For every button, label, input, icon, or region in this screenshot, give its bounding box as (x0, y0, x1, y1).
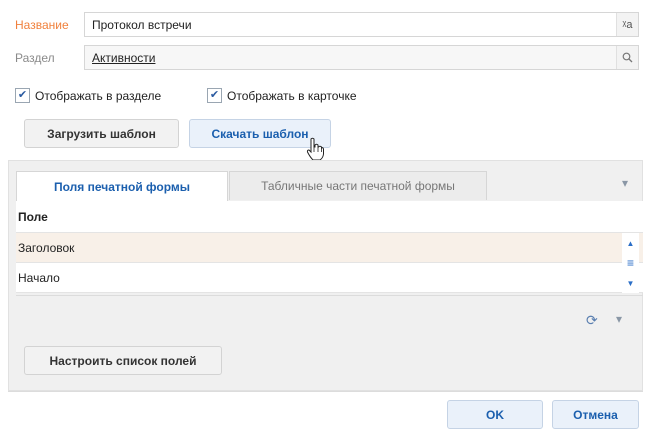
grid-cell: Заголовок (18, 240, 75, 255)
tab-bar: Поля печатной формы Табличные части печа… (8, 171, 643, 201)
section-field[interactable]: Активности (84, 45, 639, 70)
divider (16, 295, 643, 296)
grid-scrollbar[interactable]: ▲ ≡ ▼ (622, 233, 639, 293)
hand-cursor-icon (306, 137, 324, 161)
upload-template-button[interactable]: Загрузить шаблон (24, 119, 179, 148)
show-in-card-label: Отображать в карточке (227, 88, 357, 103)
scroll-handle-icon[interactable]: ≡ (622, 253, 639, 273)
scroll-down-icon[interactable]: ▼ (622, 273, 639, 293)
refresh-icon[interactable]: ⟳ (586, 312, 598, 329)
scroll-up-icon[interactable]: ▲ (622, 233, 639, 253)
configure-fields-button[interactable]: Настроить список полей (24, 346, 222, 375)
name-label: Название (15, 18, 69, 32)
show-in-section-checkbox[interactable]: ✔ Отображать в разделе (15, 88, 161, 103)
tabs-menu-icon[interactable]: ▾ (622, 176, 628, 190)
search-icon[interactable] (616, 46, 638, 69)
name-field-value: Протокол встречи (92, 18, 192, 32)
tab-print-form-fields[interactable]: Поля печатной формы (16, 171, 228, 201)
translate-icon[interactable]: ᵡa (616, 13, 638, 36)
tab-print-form-tables[interactable]: Табличные части печатной формы (229, 171, 487, 200)
footer-divider (8, 391, 643, 392)
filter-icon[interactable]: ▾ (616, 312, 622, 326)
grid-cell: Начало (18, 270, 60, 285)
table-row[interactable]: Заголовок (16, 233, 643, 263)
section-field-value[interactable]: Активности (92, 51, 155, 65)
fields-grid: Поле Заголовок Начало (16, 201, 643, 293)
show-in-section-label: Отображать в разделе (35, 88, 162, 103)
show-in-card-checkbox[interactable]: ✔ Отображать в карточке (207, 88, 357, 103)
grid-header: Поле (16, 201, 643, 233)
cancel-button[interactable]: Отмена (552, 400, 639, 429)
checkmark-icon[interactable]: ✔ (207, 88, 222, 103)
table-row[interactable]: Начало (16, 263, 643, 293)
section-label: Раздел (15, 51, 55, 65)
grid-header-field: Поле (18, 209, 48, 224)
checkmark-icon[interactable]: ✔ (15, 88, 30, 103)
ok-button[interactable]: OK (447, 400, 543, 429)
name-field[interactable]: Протокол встречи ᵡa (84, 12, 639, 37)
